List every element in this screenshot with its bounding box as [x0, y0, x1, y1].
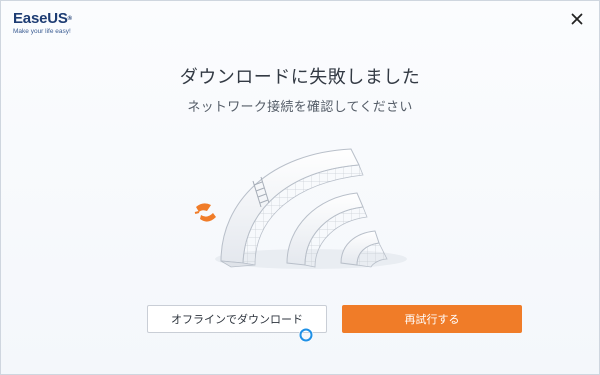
retry-button[interactable]: 再試行する	[342, 305, 522, 333]
loading-spinner-icon	[299, 328, 313, 342]
logo-tagline: Make your life easy!	[13, 28, 71, 35]
dialog-title: ダウンロードに失敗しました	[179, 67, 421, 88]
broken-signal-piece	[194, 203, 216, 222]
easeus-logo: EaseUS® Make your life easy!	[13, 11, 113, 41]
dialog-message: ネットワーク接続を確認してください	[187, 100, 413, 115]
wifi-disconnected-icon	[194, 148, 407, 269]
logo-name: EaseUS	[13, 10, 68, 27]
download-failed-dialog: EaseUS® Make your life easy! ダウンロードに失敗しま…	[0, 0, 600, 375]
close-icon	[571, 13, 583, 25]
logo-registered-mark: ®	[67, 16, 72, 22]
close-button[interactable]	[569, 11, 585, 27]
